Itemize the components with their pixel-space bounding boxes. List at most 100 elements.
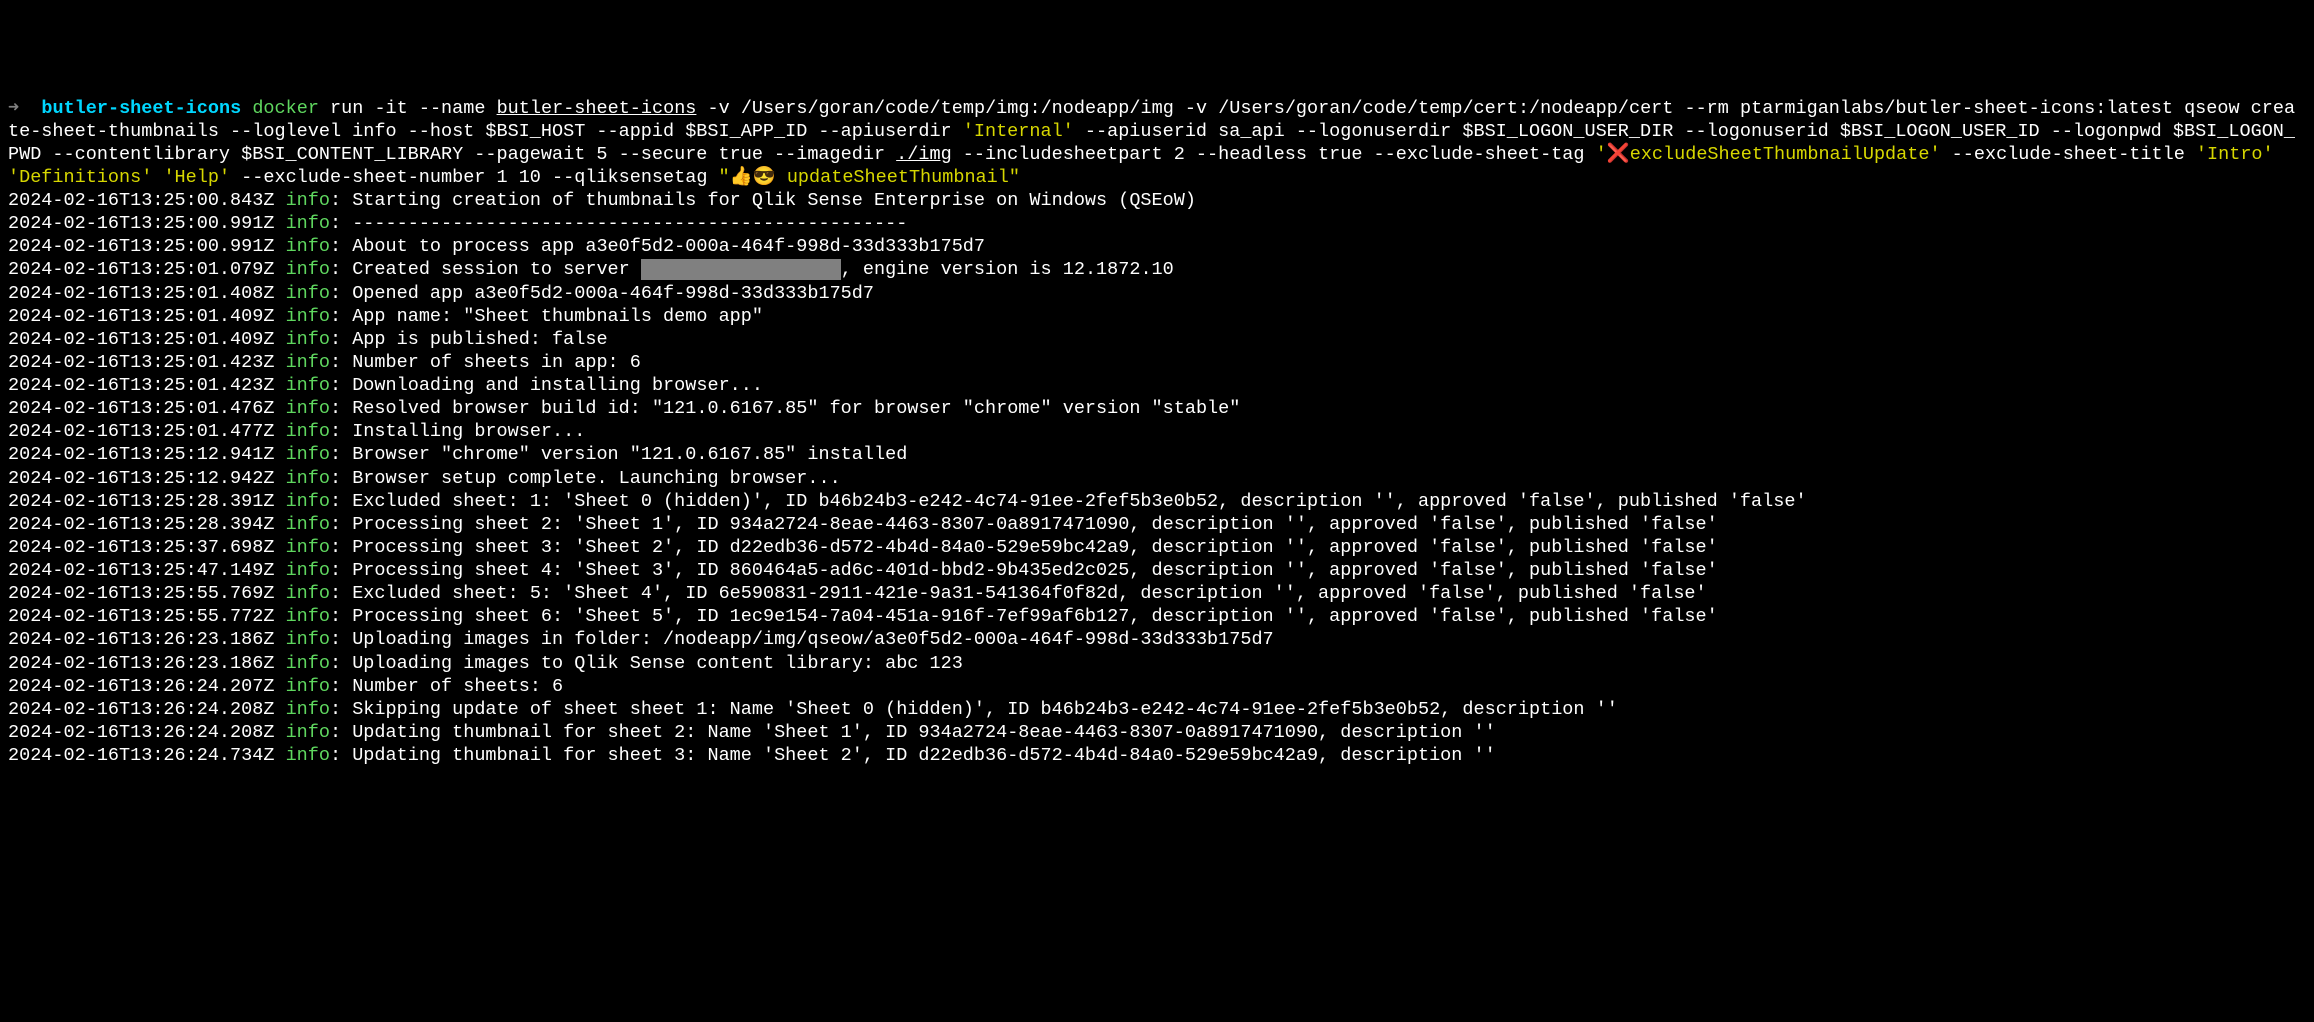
- log-line: 2024-02-16T13:25:01.408Z info: Opened ap…: [8, 282, 2306, 305]
- log-line: 2024-02-16T13:25:01.409Z info: App name:…: [8, 305, 2306, 328]
- log-level: info: [286, 259, 330, 280]
- log-line: 2024-02-16T13:25:00.991Z info: About to …: [8, 235, 2306, 258]
- log-line: 2024-02-16T13:25:47.149Z info: Processin…: [8, 559, 2306, 582]
- log-level: info: [286, 491, 330, 512]
- log-level: info: [286, 421, 330, 442]
- log-line: 2024-02-16T13:25:28.391Z info: Excluded …: [8, 490, 2306, 513]
- log-level: info: [286, 560, 330, 581]
- log-message: Uploading images in folder: /nodeapp/img…: [352, 629, 1273, 650]
- log-timestamp: 2024-02-16T13:25:37.698Z: [8, 537, 274, 558]
- log-level: info: [286, 444, 330, 465]
- log-message: Skipping update of sheet sheet 1: Name '…: [352, 699, 1618, 720]
- log-line: 2024-02-16T13:25:37.698Z info: Processin…: [8, 536, 2306, 559]
- command-name: docker: [252, 98, 319, 119]
- log-message: Browser "chrome" version "121.0.6167.85"…: [352, 444, 907, 465]
- log-timestamp: 2024-02-16T13:26:24.734Z: [8, 745, 274, 766]
- log-message: App is published: false: [352, 329, 607, 350]
- log-timestamp: 2024-02-16T13:25:00.991Z: [8, 236, 274, 257]
- log-message: Uploading images to Qlik Sense content l…: [352, 653, 963, 674]
- log-output: 2024-02-16T13:25:00.843Z info: Starting …: [8, 189, 2306, 767]
- log-message: Processing sheet 2: 'Sheet 1', ID 934a27…: [352, 514, 1718, 535]
- redacted-text: xxxxxxxxxxxxxxxxxx: [641, 259, 841, 280]
- log-message: Processing sheet 6: 'Sheet 5', ID 1ec9e1…: [352, 606, 1718, 627]
- log-message: Number of sheets: 6: [352, 676, 563, 697]
- log-timestamp: 2024-02-16T13:25:12.941Z: [8, 444, 274, 465]
- log-timestamp: 2024-02-16T13:25:01.423Z: [8, 375, 274, 396]
- log-timestamp: 2024-02-16T13:25:28.391Z: [8, 491, 274, 512]
- log-timestamp: 2024-02-16T13:26:24.207Z: [8, 676, 274, 697]
- log-line: 2024-02-16T13:25:00.843Z info: Starting …: [8, 189, 2306, 212]
- log-level: info: [286, 375, 330, 396]
- log-message: , engine version is 12.1872.10: [841, 259, 1174, 280]
- log-timestamp: 2024-02-16T13:25:01.409Z: [8, 329, 274, 350]
- log-line: 2024-02-16T13:25:55.769Z info: Excluded …: [8, 582, 2306, 605]
- log-line: 2024-02-16T13:25:01.409Z info: App is pu…: [8, 328, 2306, 351]
- log-message: ----------------------------------------…: [352, 213, 907, 234]
- prompt-line: ➜ butler-sheet-icons docker run -it --na…: [8, 98, 2295, 188]
- log-timestamp: 2024-02-16T13:25:00.991Z: [8, 213, 274, 234]
- log-level: info: [286, 606, 330, 627]
- log-line: 2024-02-16T13:25:28.394Z info: Processin…: [8, 513, 2306, 536]
- log-line: 2024-02-16T13:25:01.476Z info: Resolved …: [8, 397, 2306, 420]
- log-line: 2024-02-16T13:25:01.423Z info: Downloadi…: [8, 374, 2306, 397]
- log-timestamp: 2024-02-16T13:25:55.769Z: [8, 583, 274, 604]
- log-message: Updating thumbnail for sheet 3: Name 'Sh…: [352, 745, 1496, 766]
- log-message: Created session to server: [352, 259, 641, 280]
- log-level: info: [286, 537, 330, 558]
- log-message: Processing sheet 3: 'Sheet 2', ID d22edb…: [352, 537, 1718, 558]
- log-level: info: [286, 190, 330, 211]
- log-level: info: [286, 283, 330, 304]
- prompt-directory: butler-sheet-icons: [41, 98, 241, 119]
- log-timestamp: 2024-02-16T13:25:55.772Z: [8, 606, 274, 627]
- log-timestamp: 2024-02-16T13:25:01.409Z: [8, 306, 274, 327]
- log-message: Number of sheets in app: 6: [352, 352, 641, 373]
- log-timestamp: 2024-02-16T13:26:24.208Z: [8, 722, 274, 743]
- log-line: 2024-02-16T13:25:55.772Z info: Processin…: [8, 605, 2306, 628]
- log-line: 2024-02-16T13:25:01.477Z info: Installin…: [8, 420, 2306, 443]
- log-level: info: [286, 306, 330, 327]
- log-timestamp: 2024-02-16T13:26:23.186Z: [8, 629, 274, 650]
- log-level: info: [286, 398, 330, 419]
- log-line: 2024-02-16T13:26:23.186Z info: Uploading…: [8, 628, 2306, 651]
- log-timestamp: 2024-02-16T13:25:01.477Z: [8, 421, 274, 442]
- log-timestamp: 2024-02-16T13:25:28.394Z: [8, 514, 274, 535]
- log-level: info: [286, 653, 330, 674]
- log-line: 2024-02-16T13:25:01.423Z info: Number of…: [8, 351, 2306, 374]
- log-level: info: [286, 329, 330, 350]
- log-line: 2024-02-16T13:26:24.207Z info: Number of…: [8, 675, 2306, 698]
- log-message: Installing browser...: [352, 421, 585, 442]
- log-timestamp: 2024-02-16T13:26:24.208Z: [8, 699, 274, 720]
- prompt-arrow-icon: ➜: [8, 98, 19, 119]
- log-message: Starting creation of thumbnails for Qlik…: [352, 190, 1196, 211]
- log-timestamp: 2024-02-16T13:25:12.942Z: [8, 468, 274, 489]
- log-message: App name: "Sheet thumbnails demo app": [352, 306, 763, 327]
- command-args: run -it --name butler-sheet-icons -v /Us…: [8, 98, 2295, 188]
- log-message: Downloading and installing browser...: [352, 375, 763, 396]
- log-line: 2024-02-16T13:25:01.079Z info: Created s…: [8, 258, 2306, 281]
- log-line: 2024-02-16T13:26:24.208Z info: Updating …: [8, 721, 2306, 744]
- log-level: info: [286, 583, 330, 604]
- log-message: Processing sheet 4: 'Sheet 3', ID 860464…: [352, 560, 1718, 581]
- log-message: Opened app a3e0f5d2-000a-464f-998d-33d33…: [352, 283, 874, 304]
- log-level: info: [286, 699, 330, 720]
- log-level: info: [286, 236, 330, 257]
- log-level: info: [286, 745, 330, 766]
- log-level: info: [286, 514, 330, 535]
- log-line: 2024-02-16T13:26:23.186Z info: Uploading…: [8, 652, 2306, 675]
- log-timestamp: 2024-02-16T13:25:01.408Z: [8, 283, 274, 304]
- terminal-output[interactable]: ➜ butler-sheet-icons docker run -it --na…: [8, 97, 2306, 768]
- log-timestamp: 2024-02-16T13:26:23.186Z: [8, 653, 274, 674]
- log-message: Resolved browser build id: "121.0.6167.8…: [352, 398, 1240, 419]
- log-timestamp: 2024-02-16T13:25:01.423Z: [8, 352, 274, 373]
- log-timestamp: 2024-02-16T13:25:47.149Z: [8, 560, 274, 581]
- log-message: Updating thumbnail for sheet 2: Name 'Sh…: [352, 722, 1496, 743]
- log-level: info: [286, 629, 330, 650]
- log-line: 2024-02-16T13:25:00.991Z info: ---------…: [8, 212, 2306, 235]
- log-timestamp: 2024-02-16T13:25:00.843Z: [8, 190, 274, 211]
- log-line: 2024-02-16T13:25:12.942Z info: Browser s…: [8, 467, 2306, 490]
- log-timestamp: 2024-02-16T13:25:01.079Z: [8, 259, 274, 280]
- log-message: Excluded sheet: 5: 'Sheet 4', ID 6e59083…: [352, 583, 1706, 604]
- log-message: Excluded sheet: 1: 'Sheet 0 (hidden)', I…: [352, 491, 1806, 512]
- log-message: Browser setup complete. Launching browse…: [352, 468, 840, 489]
- log-line: 2024-02-16T13:26:24.208Z info: Skipping …: [8, 698, 2306, 721]
